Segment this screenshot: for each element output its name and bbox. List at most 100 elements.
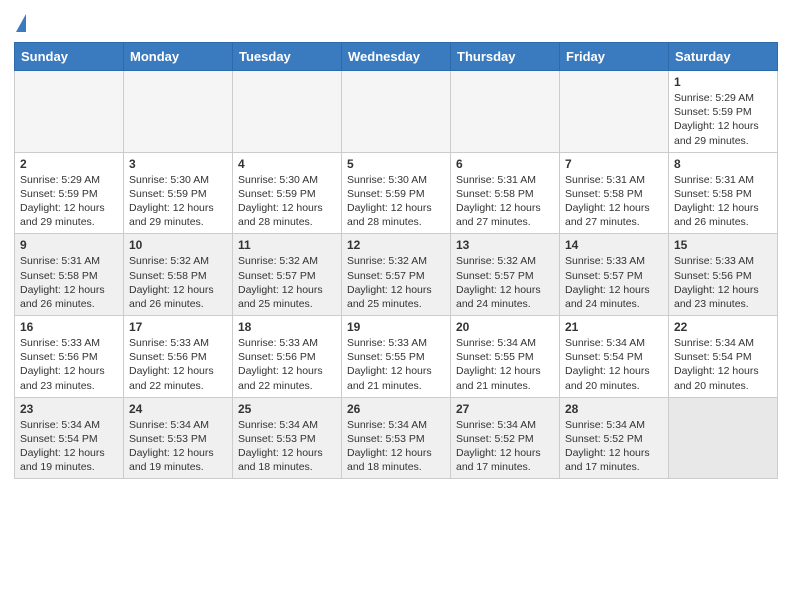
calendar-header-thursday: Thursday (451, 43, 560, 71)
calendar-day-cell: 6 Sunrise: 5:31 AMSunset: 5:58 PMDaylight… (451, 152, 560, 234)
day-number: 4 (238, 157, 336, 171)
calendar-day-cell (124, 71, 233, 153)
calendar-day-cell: 13 Sunrise: 5:32 AMSunset: 5:57 PMDayligh… (451, 234, 560, 316)
day-info: Sunrise: 5:29 AMSunset: 5:59 PMDaylight:… (674, 91, 772, 148)
calendar-header-saturday: Saturday (669, 43, 778, 71)
day-number: 9 (20, 238, 118, 252)
calendar-week-row-2: 9Sunrise: 5:31 AMSunset: 5:58 PMDaylight… (15, 234, 778, 316)
calendar-day-cell: 26 Sunrise: 5:34 AMSunset: 5:53 PMDayligh… (342, 397, 451, 479)
day-number: 20 (456, 320, 554, 334)
day-info: Sunrise: 5:34 AMSunset: 5:54 PMDaylight:… (674, 336, 772, 393)
day-number: 18 (238, 320, 336, 334)
calendar-day-cell (669, 397, 778, 479)
calendar-day-cell: 24 Sunrise: 5:34 AMSunset: 5:53 PMDayligh… (124, 397, 233, 479)
calendar-day-cell (560, 71, 669, 153)
calendar-table: SundayMondayTuesdayWednesdayThursdayFrid… (14, 42, 778, 479)
day-number: 24 (129, 402, 227, 416)
day-info: Sunrise: 5:34 AMSunset: 5:53 PMDaylight:… (347, 418, 445, 475)
calendar-header-wednesday: Wednesday (342, 43, 451, 71)
calendar-header-row: SundayMondayTuesdayWednesdayThursdayFrid… (15, 43, 778, 71)
day-number: 12 (347, 238, 445, 252)
day-info: Sunrise: 5:34 AMSunset: 5:52 PMDaylight:… (565, 418, 663, 475)
day-number: 17 (129, 320, 227, 334)
calendar-day-cell: 2 Sunrise: 5:29 AMSunset: 5:59 PMDaylight… (15, 152, 124, 234)
day-info: Sunrise: 5:34 AMSunset: 5:53 PMDaylight:… (129, 418, 227, 475)
calendar-week-row-0: 1 Sunrise: 5:29 AMSunset: 5:59 PMDaylight… (15, 71, 778, 153)
day-info: Sunrise: 5:31 AMSunset: 5:58 PMDaylight:… (565, 173, 663, 230)
day-info: Sunrise: 5:34 AMSunset: 5:55 PMDaylight:… (456, 336, 554, 393)
day-info: Sunrise: 5:33 AMSunset: 5:55 PMDaylight:… (347, 336, 445, 393)
day-info: Sunrise: 5:30 AMSunset: 5:59 PMDaylight:… (347, 173, 445, 230)
day-number: 22 (674, 320, 772, 334)
calendar-day-cell (342, 71, 451, 153)
calendar-header-monday: Monday (124, 43, 233, 71)
calendar-day-cell (15, 71, 124, 153)
calendar-day-cell: 12 Sunrise: 5:32 AMSunset: 5:57 PMDayligh… (342, 234, 451, 316)
calendar-day-cell: 4 Sunrise: 5:30 AMSunset: 5:59 PMDaylight… (233, 152, 342, 234)
calendar-day-cell (233, 71, 342, 153)
day-info: Sunrise: 5:34 AMSunset: 5:52 PMDaylight:… (456, 418, 554, 475)
day-info: Sunrise: 5:34 AMSunset: 5:54 PMDaylight:… (20, 418, 118, 475)
day-info: Sunrise: 5:34 AMSunset: 5:53 PMDaylight:… (238, 418, 336, 475)
day-number: 13 (456, 238, 554, 252)
day-number: 11 (238, 238, 336, 252)
day-number: 7 (565, 157, 663, 171)
calendar-day-cell: 23 Sunrise: 5:34 AMSunset: 5:54 PMDayligh… (15, 397, 124, 479)
day-info: Sunrise: 5:33 AMSunset: 5:56 PMDaylight:… (129, 336, 227, 393)
calendar-week-row-4: 23 Sunrise: 5:34 AMSunset: 5:54 PMDayligh… (15, 397, 778, 479)
day-number: 16 (20, 320, 118, 334)
day-number: 23 (20, 402, 118, 416)
calendar-day-cell: 7 Sunrise: 5:31 AMSunset: 5:58 PMDaylight… (560, 152, 669, 234)
calendar-day-cell: 19 Sunrise: 5:33 AMSunset: 5:55 PMDayligh… (342, 316, 451, 398)
day-info: Sunrise: 5:30 AMSunset: 5:59 PMDaylight:… (238, 173, 336, 230)
day-info: Sunrise: 5:33 AMSunset: 5:56 PMDaylight:… (20, 336, 118, 393)
calendar-day-cell: 8 Sunrise: 5:31 AMSunset: 5:58 PMDaylight… (669, 152, 778, 234)
day-info: Sunrise: 5:34 AMSunset: 5:54 PMDaylight:… (565, 336, 663, 393)
calendar-header-tuesday: Tuesday (233, 43, 342, 71)
header (14, 10, 778, 34)
day-info: Sunrise: 5:32 AMSunset: 5:57 PMDaylight:… (238, 254, 336, 311)
calendar-day-cell: 22 Sunrise: 5:34 AMSunset: 5:54 PMDayligh… (669, 316, 778, 398)
calendar-header-friday: Friday (560, 43, 669, 71)
day-info: Sunrise: 5:33 AMSunset: 5:57 PMDaylight:… (565, 254, 663, 311)
calendar-day-cell: 14 Sunrise: 5:33 AMSunset: 5:57 PMDayligh… (560, 234, 669, 316)
day-number: 8 (674, 157, 772, 171)
calendar-day-cell: 10 Sunrise: 5:32 AMSunset: 5:58 PMDayligh… (124, 234, 233, 316)
calendar-day-cell: 9Sunrise: 5:31 AMSunset: 5:58 PMDaylight… (15, 234, 124, 316)
calendar-header-sunday: Sunday (15, 43, 124, 71)
calendar-day-cell: 21 Sunrise: 5:34 AMSunset: 5:54 PMDayligh… (560, 316, 669, 398)
logo-triangle-icon (16, 14, 26, 32)
calendar-day-cell (451, 71, 560, 153)
day-number: 5 (347, 157, 445, 171)
day-number: 26 (347, 402, 445, 416)
day-info: Sunrise: 5:33 AMSunset: 5:56 PMDaylight:… (238, 336, 336, 393)
day-number: 15 (674, 238, 772, 252)
day-info: Sunrise: 5:31 AMSunset: 5:58 PMDaylight:… (456, 173, 554, 230)
day-number: 3 (129, 157, 227, 171)
day-number: 21 (565, 320, 663, 334)
calendar-day-cell: 3Sunrise: 5:30 AMSunset: 5:59 PMDaylight… (124, 152, 233, 234)
day-number: 1 (674, 75, 772, 89)
day-info: Sunrise: 5:32 AMSunset: 5:58 PMDaylight:… (129, 254, 227, 311)
day-number: 6 (456, 157, 554, 171)
day-info: Sunrise: 5:29 AMSunset: 5:59 PMDaylight:… (20, 173, 118, 230)
calendar-day-cell: 11 Sunrise: 5:32 AMSunset: 5:57 PMDayligh… (233, 234, 342, 316)
day-number: 2 (20, 157, 118, 171)
day-info: Sunrise: 5:32 AMSunset: 5:57 PMDaylight:… (347, 254, 445, 311)
calendar-day-cell: 15Sunrise: 5:33 AMSunset: 5:56 PMDayligh… (669, 234, 778, 316)
calendar-day-cell: 18 Sunrise: 5:33 AMSunset: 5:56 PMDayligh… (233, 316, 342, 398)
day-info: Sunrise: 5:31 AMSunset: 5:58 PMDaylight:… (674, 173, 772, 230)
calendar-day-cell: 5 Sunrise: 5:30 AMSunset: 5:59 PMDaylight… (342, 152, 451, 234)
day-number: 10 (129, 238, 227, 252)
day-number: 27 (456, 402, 554, 416)
calendar-day-cell: 1 Sunrise: 5:29 AMSunset: 5:59 PMDaylight… (669, 71, 778, 153)
day-number: 19 (347, 320, 445, 334)
calendar-day-cell: 27 Sunrise: 5:34 AMSunset: 5:52 PMDayligh… (451, 397, 560, 479)
logo (14, 14, 26, 34)
calendar-week-row-1: 2 Sunrise: 5:29 AMSunset: 5:59 PMDaylight… (15, 152, 778, 234)
day-info: Sunrise: 5:32 AMSunset: 5:57 PMDaylight:… (456, 254, 554, 311)
day-number: 28 (565, 402, 663, 416)
calendar-day-cell: 28 Sunrise: 5:34 AMSunset: 5:52 PMDayligh… (560, 397, 669, 479)
day-number: 25 (238, 402, 336, 416)
day-number: 14 (565, 238, 663, 252)
